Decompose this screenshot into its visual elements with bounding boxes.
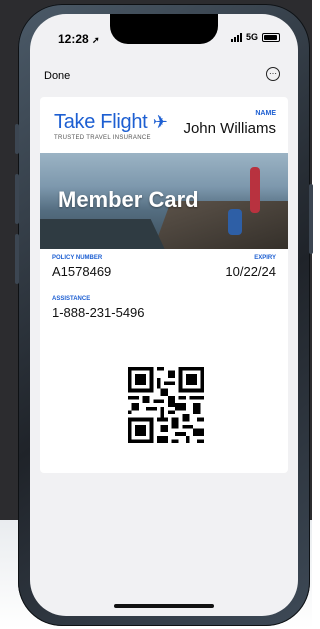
- hero-person-sitting: [228, 209, 242, 235]
- network-label: 5G: [245, 32, 258, 42]
- side-button: [309, 184, 313, 254]
- brand-name: Take Flight: [54, 111, 148, 133]
- volume-up-button: [15, 174, 19, 224]
- phone-frame: 12:28 ➚ 5G Done ⋯ Take Flight ✈ TRUSTED …: [15, 4, 313, 626]
- home-indicator[interactable]: [114, 604, 214, 608]
- brand-logo: Take Flight ✈: [54, 111, 168, 134]
- done-button[interactable]: Done: [44, 70, 70, 82]
- policy-number-label: POLICY NUMBER: [52, 255, 103, 261]
- more-icon[interactable]: ⋯: [266, 67, 280, 81]
- battery-icon: [262, 32, 280, 42]
- hero-person-standing: [250, 167, 260, 213]
- name-label: NAME: [255, 110, 276, 117]
- volume-down-button: [15, 234, 19, 284]
- hero-rock: [40, 219, 170, 249]
- assistance-label: ASSISTANCE: [52, 296, 91, 302]
- assistance-value: 1-888-231-5496: [52, 305, 145, 320]
- policy-number-value: A1578469: [52, 264, 112, 279]
- brand-tagline: TRUSTED TRAVEL INSURANCE: [54, 135, 151, 141]
- qr-code-icon[interactable]: [128, 367, 204, 443]
- expiry-label: EXPIRY: [254, 255, 276, 261]
- plane-icon: ✈: [152, 112, 168, 132]
- status-time: 12:28 ➚: [58, 32, 100, 46]
- status-time-text: 12:28: [58, 32, 89, 46]
- status-indicators: 5G: [230, 32, 280, 42]
- more-glyph: ⋯: [269, 69, 277, 78]
- hero-image: Member Card: [40, 153, 288, 249]
- expiry-value: 10/22/24: [225, 264, 276, 279]
- location-arrow-icon: ➚: [92, 35, 100, 45]
- phone-screen: 12:28 ➚ 5G Done ⋯ Take Flight ✈ TRUSTED …: [30, 14, 298, 616]
- name-value: John Williams: [183, 120, 276, 137]
- signal-icon: [230, 32, 242, 42]
- hero-title: Member Card: [58, 187, 199, 212]
- member-card[interactable]: Take Flight ✈ TRUSTED TRAVEL INSURANCE N…: [40, 97, 288, 473]
- notch: [110, 14, 218, 44]
- mute-switch: [15, 124, 19, 154]
